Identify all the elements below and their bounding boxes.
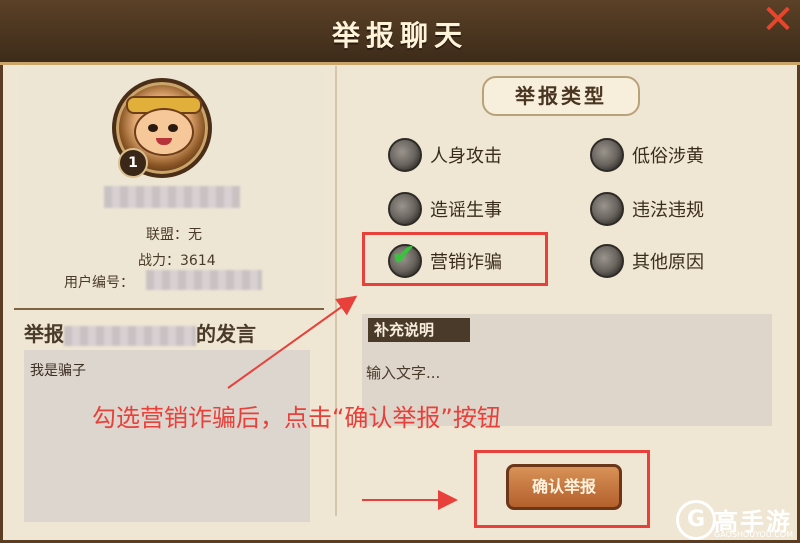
watermark-domain: GAOSHOUYOU.COM <box>714 530 794 539</box>
power-text: 战力：3614 <box>138 253 216 269</box>
avatar-mouth <box>156 138 172 145</box>
alliance-text: 联盟：无 <box>146 227 202 243</box>
highlight-box-button <box>474 450 650 528</box>
option-label: 低俗涉黄 <box>632 146 704 167</box>
supplement-title: 补充说明 <box>368 318 470 342</box>
dialog-title: 举报聊天 <box>331 19 468 52</box>
supplement-header: 补充说明 <box>362 314 772 346</box>
speech-title: 举报 的发言 <box>24 318 256 347</box>
supplement-placeholder: 输入文字... <box>366 364 441 382</box>
avatar-eye <box>148 124 158 132</box>
option-rumor[interactable]: 造谣生事 <box>388 192 528 226</box>
speech-title-suffix: 的发言 <box>196 322 256 346</box>
option-label: 其他原因 <box>632 252 704 273</box>
option-label: 违法违规 <box>632 200 704 221</box>
report-type-header: 举报类型 <box>482 76 640 116</box>
user-id-blurred <box>146 270 262 290</box>
annotation-text: 勾选营销诈骗后，点击“确认举报”按钮 <box>92 404 501 432</box>
option-label: 造谣生事 <box>430 200 502 221</box>
option-other[interactable]: 其他原因 <box>590 244 730 278</box>
speech-content-box: 我是骗子 <box>24 350 310 522</box>
radio-icon[interactable] <box>590 138 624 172</box>
speech-content: 我是骗子 <box>30 363 86 379</box>
speech-title-prefix: 举报 <box>24 322 64 346</box>
option-personal-attack[interactable]: 人身攻击 <box>388 138 528 172</box>
highlight-box-option <box>362 232 548 286</box>
reported-name-blurred <box>64 325 196 346</box>
level-badge: 1 <box>118 148 148 178</box>
user-id-label: 用户编号： <box>64 275 134 291</box>
close-icon[interactable]: ✕ <box>760 0 796 40</box>
option-illegal[interactable]: 违法违规 <box>590 192 730 226</box>
watermark-logo-icon: G <box>676 500 716 540</box>
vertical-divider <box>335 66 337 516</box>
avatar-face <box>134 108 194 156</box>
option-vulgar[interactable]: 低俗涉黄 <box>590 138 730 172</box>
section-divider <box>14 308 324 310</box>
radio-icon[interactable] <box>590 192 624 226</box>
radio-icon[interactable] <box>590 244 624 278</box>
radio-icon[interactable] <box>388 138 422 172</box>
option-label: 人身攻击 <box>430 146 502 167</box>
radio-icon[interactable] <box>388 192 422 226</box>
avatar-eye <box>168 124 178 132</box>
player-name-blurred <box>104 186 240 208</box>
